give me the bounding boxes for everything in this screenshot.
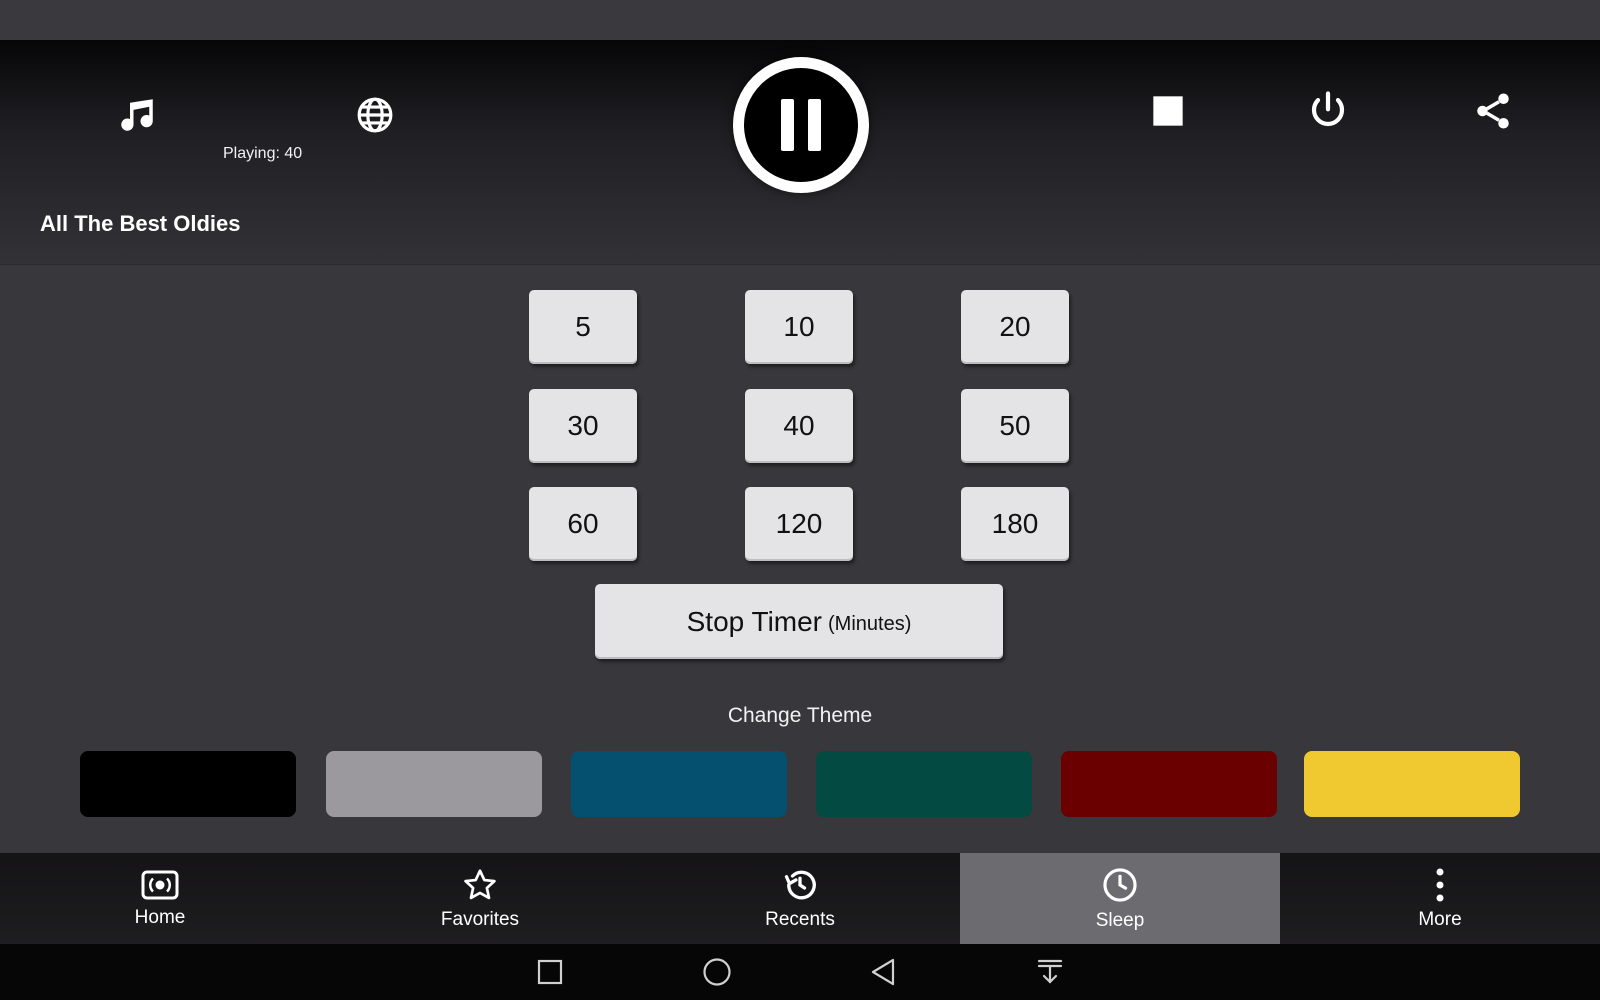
timer-180-button[interactable]: 180 xyxy=(961,487,1069,561)
theme-swatch-3[interactable] xyxy=(571,751,787,817)
timer-40-button[interactable]: 40 xyxy=(745,389,853,463)
nav-favorites-label: Favorites xyxy=(440,908,520,930)
status-bar xyxy=(0,0,1600,40)
nav-favorites[interactable]: Favorites xyxy=(320,853,640,944)
timer-50-button[interactable]: 50 xyxy=(961,389,1069,463)
share-button[interactable] xyxy=(1468,86,1518,136)
station-title: All The Best Oldies xyxy=(40,211,241,236)
web-button[interactable] xyxy=(350,90,400,140)
home-system-button[interactable] xyxy=(697,954,737,990)
recent-apps-icon xyxy=(537,959,563,985)
timer-30-button[interactable]: 30 xyxy=(529,389,637,463)
music-button[interactable] xyxy=(112,90,162,140)
timer-5-button[interactable]: 5 xyxy=(529,290,637,364)
nav-home[interactable]: Home xyxy=(0,853,320,944)
back-icon xyxy=(871,958,895,986)
stop-timer-button[interactable]: Stop Timer (Minutes) xyxy=(595,584,1003,659)
music-note-icon xyxy=(121,99,153,131)
nav-sleep-label: Sleep xyxy=(1095,909,1145,931)
star-icon xyxy=(464,868,496,899)
nav-home-label: Home xyxy=(134,906,186,928)
power-icon xyxy=(1311,91,1345,127)
theme-swatch-2[interactable] xyxy=(326,751,542,817)
stop-button[interactable] xyxy=(1145,88,1190,133)
change-theme-label: Change Theme xyxy=(727,704,873,727)
home-circle-icon xyxy=(703,958,731,986)
theme-swatch-1[interactable] xyxy=(80,751,296,817)
nav-more[interactable]: More xyxy=(1280,853,1600,944)
stop-timer-label: Stop Timer xyxy=(686,605,823,637)
stop-icon xyxy=(1152,95,1183,126)
more-vert-icon xyxy=(1436,868,1444,901)
system-nav-bar xyxy=(0,944,1600,1000)
radio-icon xyxy=(141,870,179,899)
notification-pull-icon xyxy=(1037,959,1063,984)
clock-icon xyxy=(1103,867,1137,902)
power-button[interactable] xyxy=(1303,86,1353,136)
history-icon xyxy=(784,870,816,899)
timer-120-button[interactable]: 120 xyxy=(745,487,853,561)
theme-swatch-5[interactable] xyxy=(1061,751,1277,817)
nav-recents[interactable]: Recents xyxy=(640,853,960,944)
stop-timer-unit: (Minutes) xyxy=(828,613,912,635)
theme-swatch-4[interactable] xyxy=(816,751,1032,817)
recent-apps-button[interactable] xyxy=(530,954,570,990)
globe-icon xyxy=(357,97,393,133)
timer-60-button[interactable]: 60 xyxy=(529,487,637,561)
notification-pull-button[interactable] xyxy=(1030,954,1070,990)
back-system-button[interactable] xyxy=(863,954,903,990)
timer-20-button[interactable]: 20 xyxy=(961,290,1069,364)
playing-status: Playing: 40 xyxy=(223,145,303,162)
timer-10-button[interactable]: 10 xyxy=(745,290,853,364)
nav-more-label: More xyxy=(1418,908,1462,930)
nav-recents-label: Recents xyxy=(765,908,835,930)
pause-button[interactable] xyxy=(733,57,869,193)
bottom-nav: Home Favorites Recents Sleep More xyxy=(0,853,1600,944)
theme-swatch-6[interactable] xyxy=(1304,751,1520,817)
nav-sleep[interactable]: Sleep xyxy=(960,853,1280,944)
share-icon xyxy=(1477,93,1509,129)
pause-icon xyxy=(808,99,821,151)
pause-icon xyxy=(781,99,794,151)
